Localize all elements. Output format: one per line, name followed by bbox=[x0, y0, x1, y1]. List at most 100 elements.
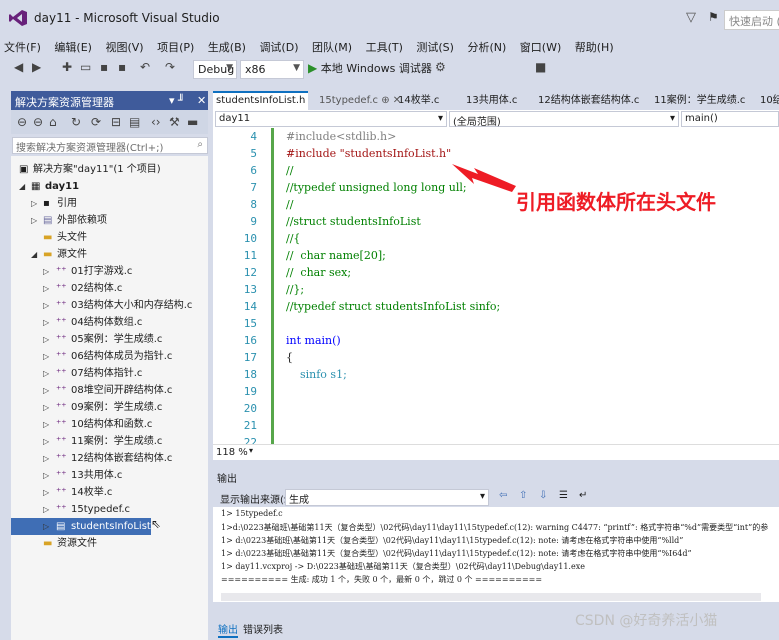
horizontal-scrollbar[interactable] bbox=[221, 593, 761, 601]
menu-view[interactable]: 视图(V) bbox=[101, 37, 147, 55]
undo-icon[interactable]: ↶ bbox=[140, 60, 150, 74]
menu-test[interactable]: 测试(S) bbox=[412, 37, 458, 55]
save-all-icon[interactable]: ▪ bbox=[118, 60, 126, 74]
tree-file[interactable]: ▷ ⁺⁺ 04结构体数组.c bbox=[11, 314, 208, 331]
home-icon[interactable]: ⌂ bbox=[49, 115, 57, 129]
tree-file-selected[interactable]: ▷ ▤ studentsInfoList.h bbox=[11, 518, 160, 535]
next-message-icon[interactable]: ⇩ bbox=[539, 490, 547, 501]
menu-team[interactable]: 团队(M) bbox=[308, 37, 356, 55]
tree-solution[interactable]: ▣ 解决方案"day11"(1 个项目) bbox=[11, 161, 208, 178]
find-icon[interactable]: ⚙ bbox=[435, 60, 446, 74]
start-debugging-button[interactable]: ▶ 本地 Windows 调试器 bbox=[308, 60, 432, 76]
menu-file[interactable]: 文件(F) bbox=[0, 37, 45, 55]
collapse-all-icon[interactable]: ⊟ bbox=[111, 115, 121, 129]
tree-references[interactable]: ▷ ▪ 引用 bbox=[11, 195, 208, 212]
code-line: #include<stdlib.h> bbox=[286, 130, 397, 143]
output-text[interactable]: 1> 15typedef.c 1>d:\0223基础班\基础第11天（复合类型）… bbox=[213, 507, 779, 602]
back-icon[interactable]: ⊖ bbox=[17, 115, 27, 129]
code-view-icon[interactable]: ‹› bbox=[151, 115, 161, 129]
feedback-icon[interactable]: ⚑ bbox=[708, 10, 719, 24]
tab-11case[interactable]: 11案例：学生成绩.c bbox=[651, 91, 748, 110]
tree-file[interactable]: ▷ ⁺⁺ 02结构体.c bbox=[11, 280, 208, 297]
tree-file[interactable]: ▷ ⁺⁺ 08堆空间开辟结构体.c bbox=[11, 382, 208, 399]
tree-file[interactable]: ▷ ⁺⁺ 11案例：学生成绩.c bbox=[11, 433, 208, 450]
find-message-icon[interactable]: ⇦ bbox=[499, 490, 507, 501]
configuration-select[interactable]: Debug ▼ bbox=[193, 60, 237, 79]
tree-file[interactable]: ▷ ⁺⁺ 10结构体和函数.c bbox=[11, 416, 208, 433]
menu-project[interactable]: 项目(P) bbox=[153, 37, 198, 55]
tree-file[interactable]: ▷ ⁺⁺ 03结构体大小和内存结构.c bbox=[11, 297, 208, 314]
collapsed-icon: ▷ bbox=[43, 318, 50, 327]
sync-icon[interactable]: ↻ bbox=[71, 115, 81, 129]
function-dropdown[interactable]: main() bbox=[681, 111, 779, 127]
collapsed-icon: ▷ bbox=[43, 301, 50, 310]
pin-icon[interactable]: ▾ ╜ bbox=[169, 94, 185, 107]
preview-icon[interactable]: ▬ bbox=[187, 115, 198, 129]
tab-12nested[interactable]: 12结构体嵌套结构体.c bbox=[535, 91, 642, 110]
tree-file[interactable]: ▷ ⁺⁺ 09案例：学生成绩.c bbox=[11, 399, 208, 416]
redo-icon[interactable]: ↷ bbox=[165, 60, 175, 74]
scope-dropdown[interactable]: (全局范围) ▾ bbox=[449, 111, 679, 128]
forward-icon[interactable]: ▶ bbox=[32, 60, 41, 74]
project-dropdown[interactable]: day11 ▾ bbox=[215, 111, 447, 127]
tab-13union[interactable]: 13共用体.c bbox=[463, 91, 520, 110]
menu-tools[interactable]: 工具(T) bbox=[362, 37, 407, 55]
output-source-select[interactable]: 生成 ▾ bbox=[285, 489, 489, 506]
tab-14enum[interactable]: 14枚举.c bbox=[395, 91, 442, 110]
new-project-icon[interactable]: ✚ bbox=[62, 60, 72, 74]
tab-10[interactable]: 10结 bbox=[757, 91, 779, 110]
tree-resource-files[interactable]: ▬ 资源文件 bbox=[11, 535, 208, 552]
menu-build[interactable]: 生成(B) bbox=[204, 37, 250, 55]
notification-filter-icon[interactable]: ▽ bbox=[686, 10, 696, 25]
solution-search-input[interactable]: 搜索解决方案资源管理器(Ctrl+;) ⌕ bbox=[12, 137, 208, 154]
line-number: 4 bbox=[250, 130, 257, 143]
save-icon[interactable]: ▪ bbox=[100, 60, 108, 74]
menu-edit[interactable]: 编辑(E) bbox=[50, 37, 96, 55]
show-all-files-icon[interactable]: ▤ bbox=[129, 115, 140, 129]
tree-external-dependencies[interactable]: ▷ ▤ 外部依赖项 bbox=[11, 212, 208, 229]
tree-file[interactable]: ▷ ⁺⁺ 06结构体成员为指针.c bbox=[11, 348, 208, 365]
word-wrap-icon[interactable]: ↵ bbox=[579, 490, 587, 501]
chevron-down-icon[interactable]: ▾ bbox=[249, 446, 253, 455]
tab-error-list[interactable]: 错误列表 bbox=[243, 621, 283, 636]
line-number: 19 bbox=[243, 385, 257, 398]
bookmark-icon[interactable]: ■ bbox=[535, 60, 546, 74]
file-label: 04结构体数组.c bbox=[71, 317, 143, 328]
menu-debug[interactable]: 调试(D) bbox=[255, 37, 302, 55]
properties-icon[interactable]: ⚒ bbox=[169, 115, 180, 129]
tree-file[interactable]: ▷ ⁺⁺ 07结构体指针.c bbox=[11, 365, 208, 382]
tree-header-files[interactable]: ▬ 头文件 bbox=[11, 229, 208, 246]
zoom-level[interactable]: 118 % bbox=[216, 447, 248, 458]
tree-file[interactable]: ▷ ⁺⁺ 14枚举.c bbox=[11, 484, 208, 501]
menu-help[interactable]: 帮助(H) bbox=[571, 37, 618, 55]
menu-window[interactable]: 窗口(W) bbox=[516, 37, 565, 55]
refresh-icon[interactable]: ⟳ bbox=[91, 115, 101, 129]
line-number: 16 bbox=[243, 334, 257, 347]
menu-analyze[interactable]: 分析(N) bbox=[463, 37, 510, 55]
previous-message-icon[interactable]: ⇧ bbox=[519, 490, 527, 501]
tree-file[interactable]: ▷ ⁺⁺ 05案例：学生成绩.c bbox=[11, 331, 208, 348]
tab-output[interactable]: 输出 bbox=[218, 621, 238, 638]
tree-source-files[interactable]: ◢ ▬ 源文件 bbox=[11, 246, 208, 263]
tree-file[interactable]: ▷ ⁺⁺ 12结构体嵌套结构体.c bbox=[11, 450, 208, 467]
file-label: 15typedef.c bbox=[71, 504, 131, 515]
tab-label: 12结构体嵌套结构体.c bbox=[538, 95, 640, 106]
tree-file[interactable]: ▷ ⁺⁺ 15typedef.c bbox=[11, 501, 208, 518]
close-icon[interactable]: ✕ bbox=[197, 94, 206, 107]
open-file-icon[interactable]: ▭ bbox=[80, 60, 91, 74]
source-files-label: 源文件 bbox=[57, 249, 87, 260]
collapsed-icon: ▷ bbox=[43, 454, 50, 463]
tree-file[interactable]: ▷ ⁺⁺ 13共用体.c bbox=[11, 467, 208, 484]
tab-studentsinfolist[interactable]: studentsInfoList.h bbox=[213, 91, 309, 112]
tab-label: 10结 bbox=[760, 95, 779, 106]
tree-file[interactable]: ▷ ⁺⁺ 01打字游戏.c bbox=[11, 263, 208, 280]
tree-project[interactable]: ◢ ▦ day11 bbox=[11, 178, 208, 195]
platform-select[interactable]: x86 ▼ bbox=[240, 60, 304, 79]
forward-icon[interactable]: ⊖ bbox=[33, 115, 43, 129]
back-icon[interactable]: ◀ bbox=[14, 60, 23, 74]
tab-15typedef[interactable]: 15typedef.c ⊕ ✕ bbox=[316, 91, 404, 110]
quick-launch-input[interactable]: 快速启动 (Ctrl bbox=[724, 10, 779, 30]
c-file-icon: ⁺⁺ bbox=[56, 419, 67, 430]
clear-all-icon[interactable]: ☰ bbox=[559, 490, 568, 501]
chevron-down-icon: ▾ bbox=[669, 113, 675, 124]
